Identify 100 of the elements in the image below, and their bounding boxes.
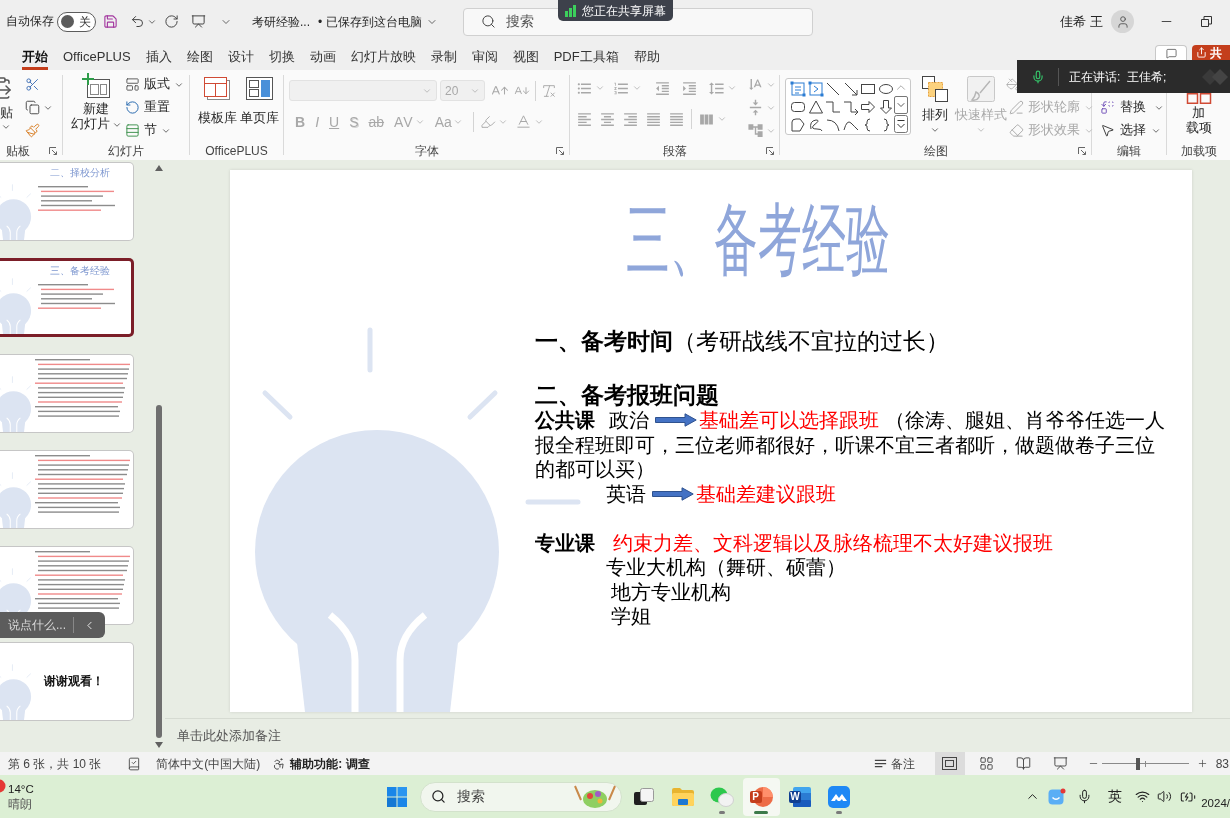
ribbon-tab[interactable]: OfficePLUS [63, 46, 131, 70]
accessibility-icon[interactable] [272, 756, 287, 771]
notes-button[interactable]: 备注 [872, 754, 915, 773]
save-status-button[interactable]: • 已保存到这台电脑 [318, 12, 438, 31]
slide-thumbnail[interactable]: 谢谢观看！ [0, 642, 134, 721]
copy-icon[interactable] [25, 100, 40, 115]
scroll-up-icon[interactable] [154, 165, 163, 171]
spelling-check-icon[interactable] [127, 756, 142, 771]
date-text[interactable]: 2024/ [1201, 794, 1230, 813]
rounded-rectangle-icon[interactable] [790, 99, 806, 115]
format-painter-icon[interactable] [25, 123, 40, 138]
align-text-icon[interactable] [747, 99, 764, 116]
weather-icon[interactable] [0, 779, 6, 793]
chat-input-field[interactable]: 说点什么... [8, 616, 68, 634]
ribbon-tab[interactable]: 设计 [227, 46, 254, 70]
align-right-icon[interactable] [622, 110, 639, 128]
smiley-app-icon[interactable] [1048, 787, 1067, 806]
block-right-arrow-icon[interactable] [860, 99, 877, 115]
template-library-button[interactable]: 模板库 [197, 77, 237, 142]
decrease-indent-icon[interactable] [654, 79, 671, 97]
rectangle-icon[interactable] [860, 81, 877, 97]
oval-icon[interactable] [877, 81, 894, 97]
restore-icon[interactable] [1201, 16, 1212, 27]
zoom-slider-thumb[interactable] [1136, 757, 1141, 770]
avatar-icon[interactable] [1111, 10, 1134, 33]
save-icon[interactable] [103, 14, 118, 29]
ribbon-tab[interactable]: 帮助 [633, 46, 660, 70]
ribbon-tab[interactable]: 切换 [268, 46, 295, 70]
dialog-launcher-icon[interactable] [556, 147, 564, 155]
reset-button[interactable]: 重置 [125, 96, 184, 119]
scrollbar-thumb[interactable] [155, 405, 162, 738]
input-method-label[interactable]: 英 [1108, 786, 1123, 807]
select-button[interactable]: 选择 [1100, 119, 1164, 142]
more-shapes-icon[interactable] [894, 115, 909, 133]
zoom-in-icon[interactable] [1196, 758, 1208, 769]
align-center-icon[interactable] [599, 110, 616, 128]
arc-icon[interactable] [825, 117, 842, 133]
ribbon-tab[interactable]: 动画 [309, 46, 336, 70]
ribbon-tab[interactable]: PDF工具箱 [553, 46, 619, 70]
view-button[interactable] [934, 752, 965, 775]
share-button[interactable]: 共 [1192, 45, 1230, 60]
redo-icon[interactable] [164, 14, 179, 29]
add-ins-button[interactable]: 加 载项 [1185, 93, 1212, 142]
start-icon[interactable] [386, 786, 407, 807]
text-direction-icon[interactable] [747, 76, 764, 93]
dialog-launcher-icon[interactable] [1078, 147, 1086, 155]
clear-formatting-icon[interactable] [541, 82, 557, 99]
comments-button[interactable] [1155, 45, 1187, 60]
justify-icon[interactable] [645, 110, 662, 128]
ribbon-tab[interactable]: 绘图 [186, 46, 213, 70]
taskbar-app-button[interactable]: W [781, 777, 819, 816]
scribble-icon[interactable] [807, 117, 824, 133]
distributed-icon[interactable] [668, 110, 685, 128]
ribbon-tab[interactable]: 视图 [512, 46, 539, 70]
taskbar-search-field[interactable]: 搜索 [419, 781, 622, 812]
dialog-launcher-icon[interactable] [766, 147, 774, 155]
block-down-arrow-icon[interactable] [877, 99, 894, 115]
text-box-icon[interactable] [790, 81, 806, 97]
replace-button[interactable]: 替换 [1100, 96, 1164, 119]
elbow-arrow-connector-icon[interactable] [842, 99, 859, 115]
paste-button[interactable]: 贴 [0, 76, 13, 121]
slide-thumbnail[interactable] [0, 354, 134, 433]
page-library-button[interactable]: 单页库 [239, 77, 279, 142]
presenter-icon[interactable] [191, 14, 206, 29]
scissors-icon[interactable] [25, 77, 40, 92]
freeform-icon[interactable] [790, 117, 806, 133]
triangle-icon[interactable] [807, 99, 824, 115]
weather-condition[interactable]: 晴朗 [8, 796, 34, 812]
line-icon[interactable] [825, 81, 842, 97]
zoom-slider[interactable] [1101, 757, 1189, 770]
increase-indent-icon[interactable] [681, 79, 698, 97]
undo-icon[interactable] [130, 14, 145, 29]
language-label[interactable]: 简体中文(中国大陆) [156, 754, 261, 773]
section-button[interactable]: 节 [125, 119, 184, 142]
ribbon-tab[interactable]: 插入 [145, 46, 172, 70]
ribbon-tab[interactable]: 幻灯片放映 [350, 46, 416, 70]
font-color-icon[interactable] [514, 113, 532, 130]
chat-input-toast[interactable]: 说点什么... [0, 612, 105, 638]
ribbon-tab[interactable]: 录制 [430, 46, 457, 70]
paint-bucket-icon[interactable] [1006, 78, 1019, 91]
caret-icon[interactable] [1, 122, 11, 132]
align-left-icon[interactable] [576, 110, 593, 128]
weather-temperature[interactable]: 14°C [8, 781, 34, 797]
vertical-text-box-icon[interactable] [807, 81, 824, 97]
volume-icon[interactable] [1157, 789, 1173, 804]
arrow-line-icon[interactable] [842, 81, 859, 97]
smartart-icon[interactable] [747, 122, 764, 139]
microphone-icon[interactable] [1077, 789, 1093, 804]
highlighter-icon[interactable] [479, 113, 496, 130]
scroll-down-icon[interactable] [154, 742, 163, 748]
zoom-value[interactable]: 83 [1215, 754, 1229, 773]
dialog-launcher-icon[interactable] [49, 147, 57, 155]
arrange-button[interactable]: 排列 [918, 75, 952, 142]
autosave-toggle[interactable]: 关 [57, 11, 96, 32]
ribbon-tab[interactable]: 审阅 [471, 46, 498, 70]
taskbar-app-button[interactable]: P [742, 777, 780, 816]
scroll-down-icon[interactable] [894, 96, 909, 114]
accessibility-status[interactable]: 辅助功能: 调查 [290, 754, 370, 773]
new-slide-button[interactable]: 新建 幻灯片 [69, 73, 123, 142]
slide-thumbnail[interactable] [0, 450, 134, 529]
